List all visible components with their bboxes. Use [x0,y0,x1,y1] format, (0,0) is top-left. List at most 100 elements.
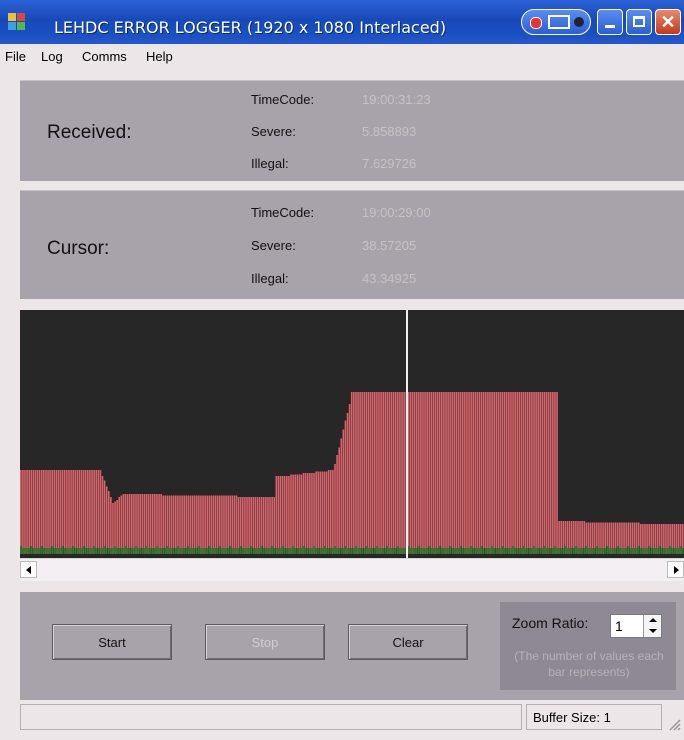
error-bar [348,404,351,554]
window-title: LEHDC ERROR LOGGER (1920 x 1080 Interlac… [54,18,447,37]
error-bar [549,392,552,554]
error-bar [279,476,282,554]
base-error-bar [606,546,609,554]
base-error-bar [677,548,680,554]
error-bars-svg[interactable] [20,310,684,558]
stop-button[interactable]: Stop [205,624,325,660]
base-error-bar [256,548,259,554]
base-error-bar [72,546,74,554]
base-error-bar [231,548,234,554]
zoom-up-button[interactable] [643,615,661,626]
base-error-bar [443,548,445,554]
error-bar [112,503,114,554]
error-bar [82,470,85,554]
base-error-bar [455,548,458,554]
base-error-bar [325,548,328,554]
base-error-bar [371,548,374,554]
base-error-bar [401,548,403,554]
base-error-bar [55,548,58,554]
minimize-button[interactable] [597,9,623,35]
zoom-ratio-value[interactable]: 1 [615,618,623,634]
error-bar [302,473,305,554]
base-error-bar [210,548,213,554]
base-error-bar [162,548,165,554]
base-error-bar [252,548,255,554]
clear-button[interactable]: Clear [348,624,468,660]
base-error-bar [26,548,28,554]
base-error-bar [373,548,376,554]
error-bar [327,470,330,554]
base-error-bar [76,548,79,554]
base-error-bar [24,548,26,554]
record-arrow-icon[interactable] [521,9,591,35]
base-error-bar [357,548,359,554]
graph-cursor-line[interactable] [406,310,408,558]
error-bar [145,494,148,554]
base-error-bar [149,548,152,554]
base-error-bar [101,548,104,554]
menu-comms[interactable]: Comms [82,49,127,64]
scroll-left-button[interactable] [20,561,37,578]
menu-log[interactable]: Log [41,49,63,64]
base-error-bar [212,548,215,554]
base-error-bar [200,548,202,554]
base-error-bar [302,546,305,554]
menu-file[interactable]: File [5,49,26,64]
base-error-bar [658,546,661,554]
base-error-bar [89,548,91,554]
base-error-bar [313,546,315,554]
received-illegal-value: 7.629726 [362,156,417,171]
base-error-bar [537,548,539,554]
menu-bar: File Log Comms Help [0,44,684,70]
error-bar [156,494,158,554]
close-button[interactable]: ✕ [655,9,681,35]
base-error-bar [59,548,62,554]
cursor-severe-value: 38.57205 [362,238,417,253]
graph-scrollbar[interactable] [20,558,684,581]
error-bar [78,470,81,554]
base-error-bar [66,548,68,554]
base-error-bar [114,546,116,554]
base-error-bar [464,548,466,554]
error-bar [185,495,188,554]
error-bar [40,470,43,554]
zoom-down-button[interactable] [643,626,661,637]
base-error-bar [20,546,22,554]
base-error-bar [281,546,284,554]
error-bar [202,495,204,554]
zoom-ratio-stepper[interactable]: 1 [610,614,662,638]
base-error-bar [292,546,294,554]
resize-grip-icon[interactable] [667,717,681,731]
received-title: Received: [47,122,132,143]
base-error-bar [97,548,100,554]
error-bar [195,495,198,554]
error-bar [200,495,202,554]
base-error-bar [309,548,311,554]
base-error-bar [147,548,150,554]
zoom-help-text: (The number of values each bar represent… [514,649,664,679]
error-bar [457,392,460,554]
base-error-bar [61,546,64,554]
menu-help[interactable]: Help [146,49,173,64]
error-bar [131,494,133,554]
app-icon[interactable] [8,13,26,31]
base-error-bar [675,548,678,554]
base-error-bar [386,546,389,554]
scroll-right-button[interactable] [667,561,684,578]
maximize-button[interactable] [626,9,652,35]
base-error-bar [526,548,529,554]
base-error-bar [158,548,160,554]
error-bar [160,494,162,554]
error-bar [216,495,219,554]
base-error-bar [495,548,498,554]
error-bar [107,491,110,554]
base-error-bar [244,548,246,554]
title-bar[interactable]: LEHDC ERROR LOGGER (1920 x 1080 Interlac… [0,0,684,45]
error-bar [512,392,514,554]
start-button[interactable]: Start [52,624,172,660]
error-bar [325,471,328,554]
base-error-bar [229,546,232,554]
error-bar [101,476,104,554]
base-error-bar [497,548,500,554]
error-graph[interactable] [20,310,684,558]
